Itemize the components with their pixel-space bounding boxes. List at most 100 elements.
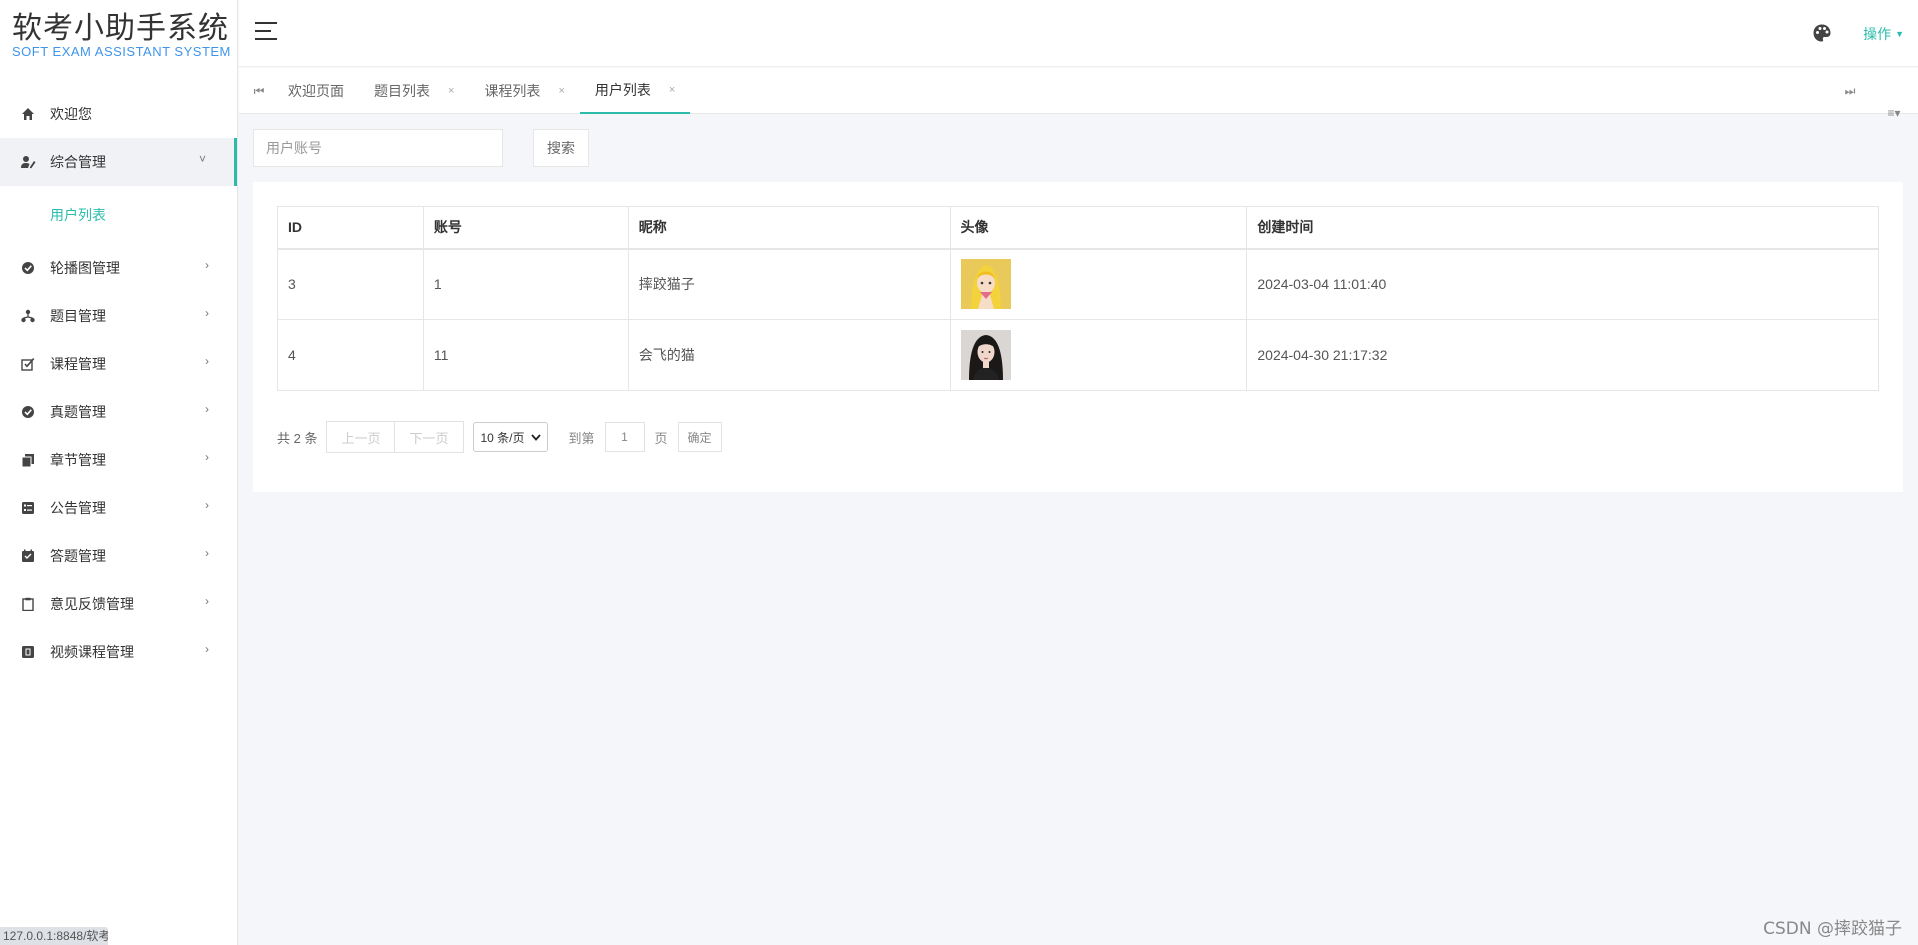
column-header-id[interactable]: ID	[277, 206, 424, 250]
sidebar: 软考小助手系统 SOFT EXAM ASSISTANT SYSTEM 欢迎您 综…	[0, 0, 238, 945]
tabs-bar: ⏮ 欢迎页面 题目列表 × 课程列表 × 用户列表 × ⏭ ≡▾	[239, 68, 1918, 120]
sidebar-item-label: 意见反馈管理	[50, 596, 134, 612]
cell-avatar	[949, 248, 1248, 320]
close-icon[interactable]: ×	[448, 85, 454, 97]
chevron-down-icon: ˅	[198, 152, 206, 166]
tabs-scroll-right-icon[interactable]: ⏭	[1830, 68, 1870, 114]
cell-created: 2024-04-30 21:17:32	[1246, 319, 1879, 391]
status-url: 127.0.0.1:8848/软考	[0, 927, 108, 945]
sidebar-item-questions[interactable]: 题目管理 ›	[0, 292, 237, 340]
column-header-nickname[interactable]: 昵称	[627, 206, 951, 250]
table-row[interactable]: 3 1 摔跤猫子 2024-03-04 11:01:40	[277, 248, 1879, 320]
tabs-menu-icon[interactable]: ≡▾	[1874, 90, 1914, 136]
prev-page-button[interactable]: 上一页	[326, 421, 396, 453]
sidebar-item-label: 真题管理	[50, 404, 106, 420]
goto-confirm-button[interactable]: 确定	[677, 422, 722, 452]
cell-nickname: 摔跤猫子	[627, 248, 951, 320]
tabs: 欢迎页面 题目列表 × 课程列表 × 用户列表 ×	[273, 68, 691, 114]
sidebar-menu: 欢迎您 综合管理 ˅ 用户列表 轮播图管理 › 题目管理 › 课程管理 › 真题…	[0, 90, 237, 676]
sidebar-item-answers[interactable]: 答题管理 ›	[0, 532, 237, 580]
tab-welcome[interactable]: 欢迎页面	[273, 68, 359, 114]
chevron-right-icon: ›	[205, 354, 209, 368]
sidebar-item-announcements[interactable]: 公告管理 ›	[0, 484, 237, 532]
home-icon	[20, 106, 36, 122]
close-icon[interactable]: ×	[558, 85, 564, 97]
cell-account: 1	[422, 248, 629, 320]
video-icon	[20, 644, 36, 660]
pagination-total: 共 2 条	[277, 430, 318, 446]
logo: 软考小助手系统 SOFT EXAM ASSISTANT SYSTEM	[0, 0, 237, 68]
tab-label: 课程列表	[484, 83, 541, 99]
column-header-created[interactable]: 创建时间	[1246, 206, 1879, 250]
table-row[interactable]: 4 11 会飞的猫 2024-04-30 21:17:32	[277, 319, 1879, 391]
chevron-right-icon: ›	[205, 402, 209, 416]
tab-question-list[interactable]: 题目列表 ×	[359, 68, 469, 114]
column-header-avatar[interactable]: 头像	[949, 206, 1248, 250]
user-table-card: ID 账号 昵称 头像 创建时间 3 1 摔跤猫子 2024-03-04 11:…	[253, 182, 1903, 492]
avatar	[960, 259, 1011, 310]
avatar	[960, 330, 1011, 380]
palette-icon[interactable]	[1812, 23, 1832, 43]
check-circle-icon	[20, 404, 36, 420]
chevron-right-icon: ›	[205, 306, 209, 320]
tab-course-list[interactable]: 课程列表 ×	[469, 68, 579, 114]
list-icon	[20, 500, 36, 516]
cell-created: 2024-03-04 11:01:40	[1246, 248, 1879, 320]
chevron-right-icon: ›	[205, 594, 209, 608]
cell-id: 3	[277, 248, 424, 320]
notes-icon	[20, 548, 36, 564]
tab-user-list[interactable]: 用户列表 ×	[579, 68, 691, 114]
clipboard-icon	[20, 596, 36, 612]
sidebar-item-carousel[interactable]: 轮播图管理 ›	[0, 244, 237, 292]
sidebar-item-chapters[interactable]: 章节管理 ›	[0, 436, 237, 484]
sidebar-item-label: 课程管理	[50, 356, 106, 372]
sidebar-item-video-courses[interactable]: 视频课程管理 ›	[0, 628, 237, 676]
chevron-right-icon: ›	[205, 642, 209, 656]
app-title: 软考小助手系统	[12, 11, 229, 46]
sidebar-item-label: 欢迎您	[50, 106, 92, 122]
sidebar-item-welcome[interactable]: 欢迎您	[0, 90, 237, 138]
account-search-input[interactable]	[253, 129, 503, 167]
sidebar-item-label: 轮播图管理	[50, 260, 120, 276]
cell-avatar	[949, 319, 1248, 391]
search-button[interactable]: 搜索	[533, 129, 589, 167]
header: 操作 ▼	[239, 0, 1918, 67]
chevron-right-icon: ›	[205, 450, 209, 464]
cell-account: 11	[422, 319, 629, 391]
sidebar-item-general[interactable]: 综合管理 ˅	[0, 138, 237, 186]
sidebar-item-label: 视频课程管理	[50, 644, 134, 660]
user-table: ID 账号 昵称 头像 创建时间 3 1 摔跤猫子 2024-03-04 11:…	[277, 206, 1879, 391]
sidebar-subitem-user-list[interactable]: 用户列表	[0, 186, 237, 244]
menu-toggle-icon[interactable]	[255, 22, 277, 42]
page-size-select[interactable]: 10 条/页	[472, 422, 548, 452]
app-subtitle: SOFT EXAM ASSISTANT SYSTEM	[12, 44, 231, 59]
sidebar-item-label: 题目管理	[50, 308, 106, 324]
sidebar-item-label: 章节管理	[50, 452, 106, 468]
cell-id: 4	[277, 319, 424, 391]
page-unit-label: 页	[654, 430, 668, 446]
pagination: 共 2 条 上一页 下一页 10 条/页 到第 1 页 确定	[277, 421, 722, 453]
page-size-value: 10 条/页	[480, 430, 525, 445]
close-icon[interactable]: ×	[669, 84, 675, 96]
next-page-button[interactable]: 下一页	[395, 421, 464, 453]
column-header-account[interactable]: 账号	[422, 206, 629, 250]
cell-nickname: 会飞的猫	[627, 319, 951, 391]
copy-icon	[20, 452, 36, 468]
user-edit-icon	[20, 154, 36, 170]
sidebar-item-feedback[interactable]: 意见反馈管理 ›	[0, 580, 237, 628]
sidebar-item-label: 答题管理	[50, 548, 106, 564]
sitemap-icon	[20, 308, 36, 324]
tab-label: 题目列表	[374, 83, 430, 99]
operations-label: 操作	[1863, 26, 1892, 42]
caret-down-icon: ▼	[1895, 29, 1904, 39]
table-header-row: ID 账号 昵称 头像 创建时间	[277, 206, 1879, 250]
chevron-right-icon: ›	[205, 498, 209, 512]
tab-label: 欢迎页面	[288, 83, 344, 99]
sidebar-item-real-exams[interactable]: 真题管理 ›	[0, 388, 237, 436]
sidebar-item-courses[interactable]: 课程管理 ›	[0, 340, 237, 388]
goto-label: 到第	[568, 430, 595, 446]
sidebar-item-label: 综合管理	[50, 154, 106, 170]
operations-dropdown[interactable]: 操作 ▼	[1863, 24, 1904, 44]
chevron-down-icon	[530, 430, 541, 444]
page-number-input[interactable]: 1	[604, 422, 645, 452]
